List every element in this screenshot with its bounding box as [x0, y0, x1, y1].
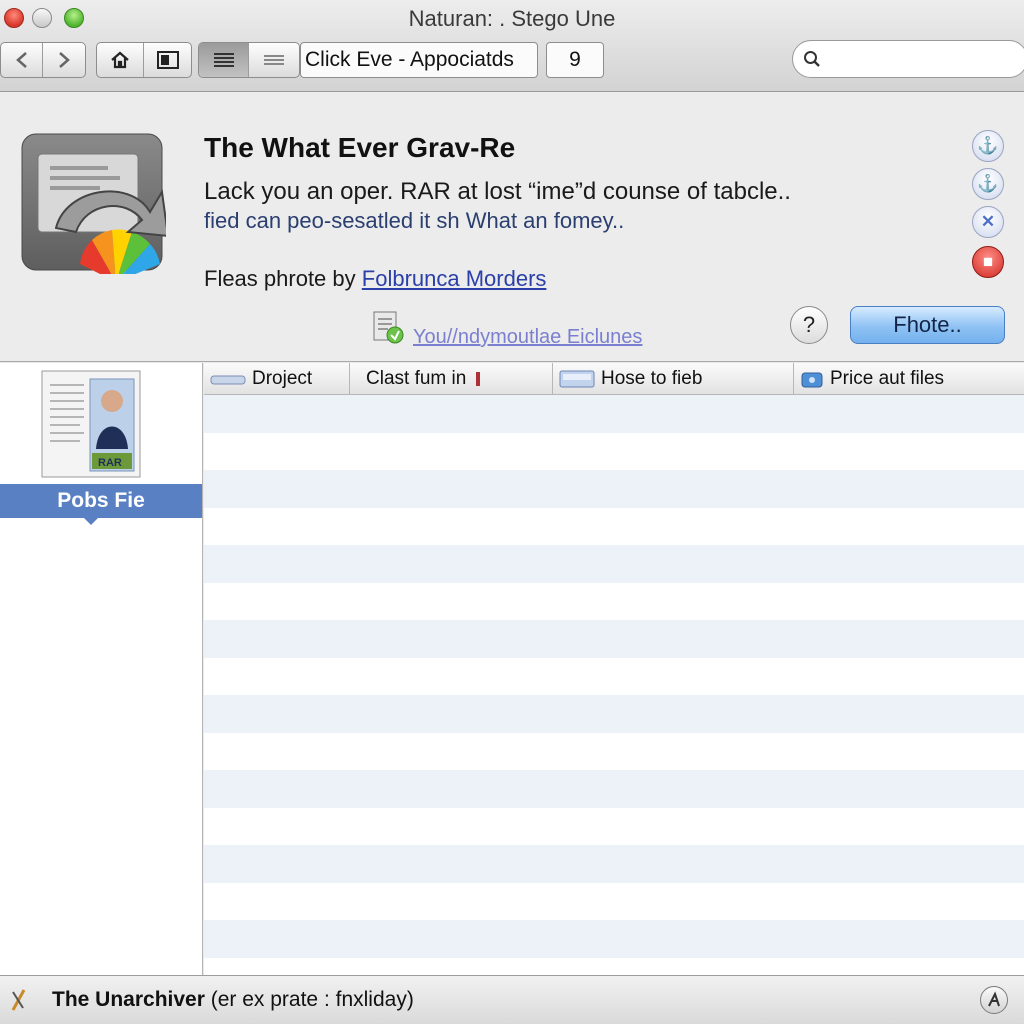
view-button-group — [96, 42, 192, 78]
column-label: Clast fum in — [366, 368, 467, 389]
column-label: Price aut files — [830, 368, 945, 389]
table-row[interactable] — [204, 582, 1024, 620]
lines-icon — [264, 55, 284, 65]
info-glyph: ⚓ — [977, 174, 999, 193]
archive-title: The What Ever Grav-Re — [204, 132, 516, 163]
info-panel: The What Ever Grav-Re Lack you an oper. … — [0, 92, 1024, 362]
status-text: The Unarchiver (er ex prate : fnxliday) — [52, 988, 414, 1012]
sidebar-item-pobs-fie[interactable]: Pobs Fie — [0, 484, 202, 525]
status-detail: (er ex prate : fnxliday) — [210, 988, 414, 1011]
column-view-button[interactable] — [249, 43, 299, 77]
title-bar: Naturan: . Stego Une Click Eve - Appocia… — [0, 0, 1024, 92]
column-header-project[interactable]: Droject — [204, 363, 350, 395]
search-icon — [804, 51, 820, 67]
table-row[interactable] — [204, 695, 1024, 733]
home-icon — [111, 51, 129, 69]
description-line-1: Lack you an oper. RAR at lost “ime”d cou… — [204, 178, 791, 205]
disk-icon — [801, 372, 823, 388]
sidebar: RAR Pobs Fie — [0, 363, 203, 975]
table-row[interactable] — [204, 432, 1024, 470]
documentation-link[interactable]: You//ndymoutlae Eiclunes — [413, 326, 642, 349]
folder-icon — [559, 370, 595, 388]
table-row[interactable] — [204, 845, 1024, 883]
back-button[interactable] — [1, 43, 44, 77]
table-row[interactable] — [204, 395, 1024, 433]
table-row[interactable] — [204, 732, 1024, 770]
home-button[interactable] — [97, 43, 145, 77]
table-row[interactable] — [204, 545, 1024, 583]
table-row[interactable] — [204, 770, 1024, 808]
help-button[interactable]: ? — [790, 306, 828, 344]
column-label: Droject — [252, 368, 313, 389]
table-row[interactable] — [204, 507, 1024, 545]
chevron-left-icon — [15, 52, 27, 68]
nav-button-group — [0, 42, 86, 78]
stop-icon[interactable]: ■ — [972, 246, 1004, 278]
table-row[interactable] — [204, 657, 1024, 695]
search-input[interactable] — [792, 40, 1024, 78]
list-header: Droject Clast fum in Hose to fieb Price … — [204, 363, 1024, 395]
credit-link[interactable]: Folbrunca Morders — [362, 266, 547, 291]
column-header-last-fum[interactable]: Clast fum in — [350, 363, 553, 395]
table-row[interactable] — [204, 470, 1024, 508]
window-title: Naturan: . Stego Une — [408, 6, 616, 31]
thumb-badge: RAR — [98, 457, 122, 469]
forward-button[interactable] — [43, 43, 85, 77]
info-glyph: ⚓ — [977, 136, 999, 155]
status-app-name: The Unarchiver — [52, 988, 205, 1011]
column-header-hose[interactable]: Hose to fieb — [553, 363, 794, 395]
archive-status-icon — [10, 986, 40, 1014]
table-row[interactable] — [204, 807, 1024, 845]
close-icon[interactable]: ✕ — [972, 206, 1004, 238]
file-list: Droject Clast fum in Hose to fieb Price … — [204, 363, 1024, 975]
preview-button[interactable] — [144, 43, 191, 77]
credit-prefix: Fleas phrote by — [204, 266, 356, 291]
list-view-group — [198, 42, 300, 78]
drive-icon — [210, 375, 246, 385]
status-bar: The Unarchiver (er ex prate : fnxliday) — [0, 975, 1024, 1024]
marker-icon — [476, 372, 481, 386]
column-label: Hose to fieb — [601, 368, 703, 389]
window-icon — [156, 51, 179, 69]
location-field[interactable]: Click Eve - Appociatds — [300, 42, 538, 78]
close-glyph: ✕ — [980, 212, 996, 231]
action-icon[interactable] — [980, 986, 1008, 1014]
file-rows — [204, 395, 1024, 958]
table-row[interactable] — [204, 620, 1024, 658]
table-row[interactable] — [204, 882, 1024, 920]
list-icon — [213, 53, 234, 67]
document-thumbnail[interactable]: RAR — [40, 369, 142, 479]
credit-line: Fleas phrote by Folbrunca Morders — [204, 266, 546, 292]
document-icon — [373, 311, 404, 344]
chevron-right-icon — [59, 52, 70, 68]
archive-app-icon — [21, 133, 166, 274]
info-icon[interactable]: ⚓ — [972, 130, 1004, 162]
description-line-2: fied can peo-sesatled it sh What an fome… — [204, 208, 625, 233]
count-field[interactable]: 9 — [546, 42, 604, 78]
table-row[interactable] — [204, 920, 1024, 958]
photo-button[interactable]: Fhote.. — [850, 306, 1005, 344]
info-icon[interactable]: ⚓ — [972, 168, 1004, 200]
list-view-button[interactable] — [199, 43, 250, 77]
stop-glyph: ■ — [982, 252, 994, 271]
column-header-price[interactable]: Price aut files — [794, 363, 1024, 395]
